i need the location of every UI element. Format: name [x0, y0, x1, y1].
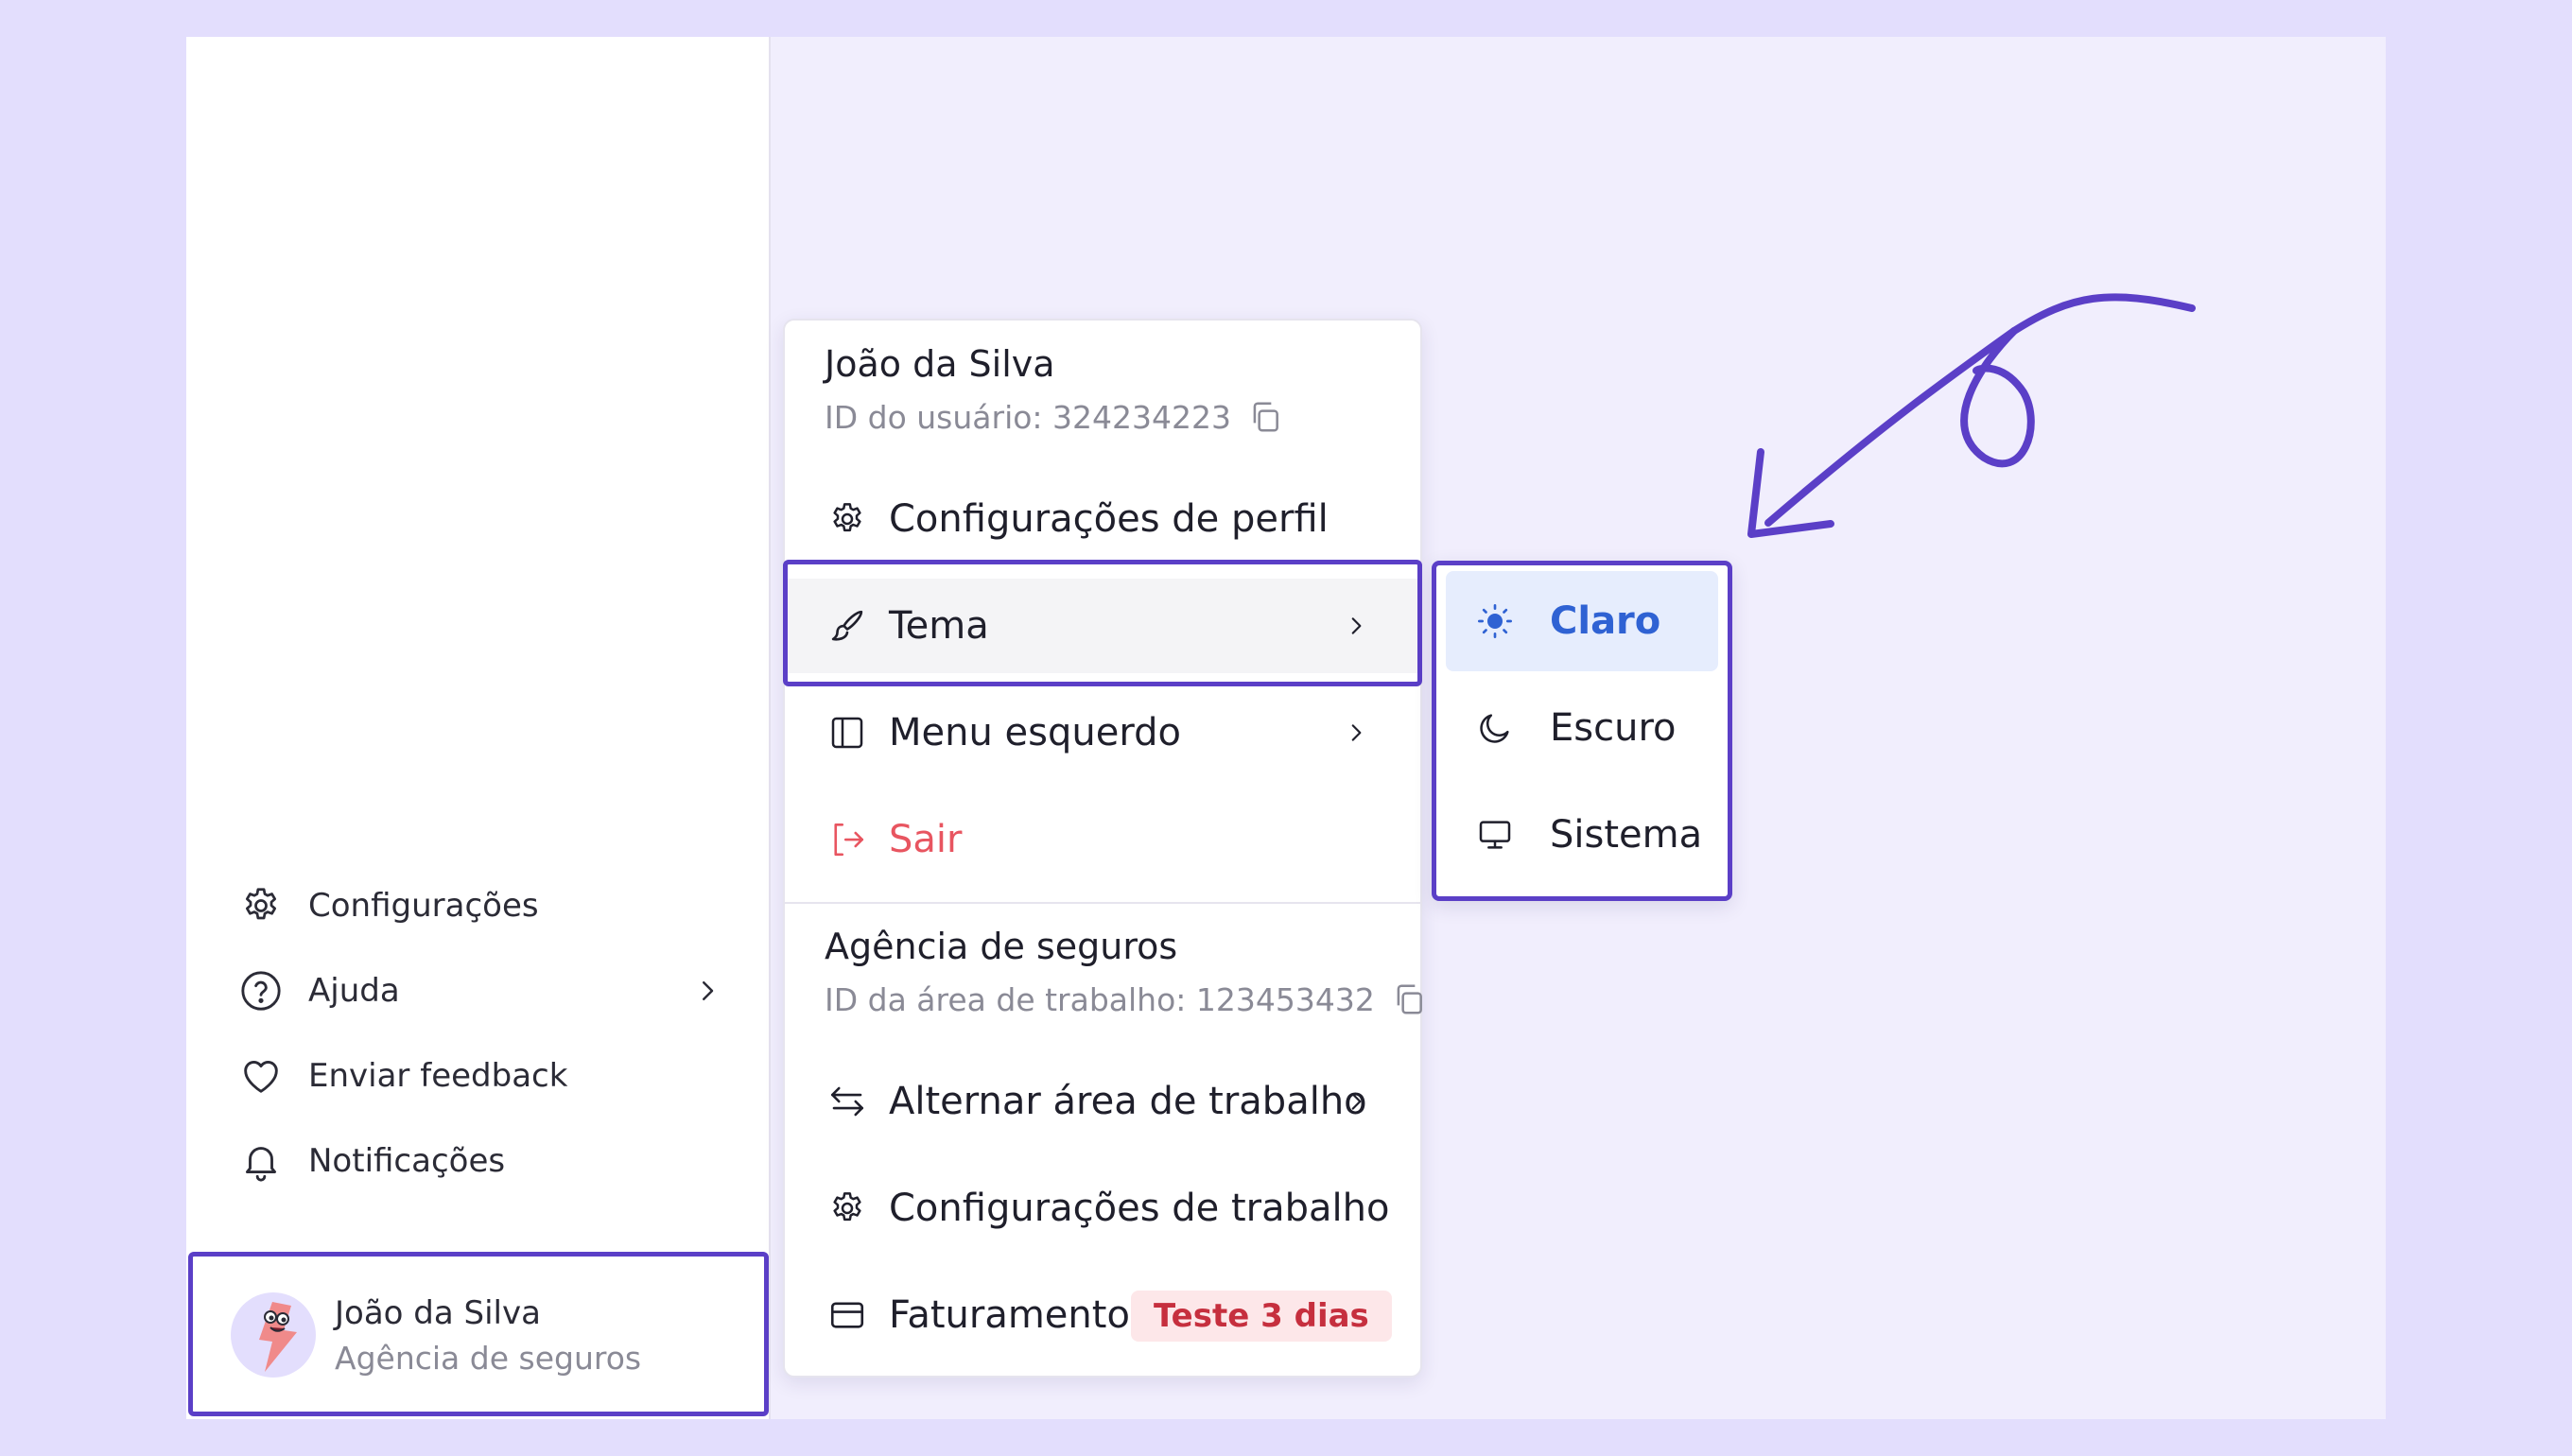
menu-workspace-id: ID da área de trabalho: 123453432 — [825, 979, 1430, 1020]
paintbrush-icon — [825, 603, 870, 649]
chevron-right-icon — [1335, 1081, 1377, 1122]
theme-option-label: Claro — [1550, 599, 1661, 643]
menu-item-label: Configurações de perfil — [889, 497, 1329, 541]
menu-user-id: ID do usuário: 324234223 — [825, 396, 1286, 438]
theme-option-label: Escuro — [1550, 706, 1677, 750]
menu-user-name: João da Silva — [825, 343, 1055, 385]
annotation-arrow-icon — [1747, 293, 2196, 538]
profile-menu: João da Silva ID do usuário: 324234223 C… — [783, 319, 1422, 1378]
gear-icon — [238, 883, 284, 928]
menu-item-label: Configurações de trabalho — [889, 1187, 1390, 1230]
sidebar-item-help[interactable]: Ajuda — [238, 962, 714, 1019]
sidebar-item-label: Enviar feedback — [308, 1057, 568, 1095]
menu-item-label: Menu esquerdo — [889, 711, 1181, 754]
bell-icon — [238, 1138, 284, 1184]
gear-icon — [825, 496, 870, 542]
chevron-right-icon — [1335, 712, 1377, 754]
menu-item-logout[interactable]: Sair — [785, 792, 1420, 887]
workspace-id-text: ID da área de trabalho: 123453432 — [825, 980, 1375, 1018]
user-profile-card[interactable]: João da Silva Agência de seguros — [188, 1252, 769, 1416]
sidebar — [186, 37, 771, 1419]
user-organization: Agência de seguros — [335, 1340, 642, 1377]
sidebar-item-label: Ajuda — [308, 972, 400, 1010]
theme-option-light[interactable]: Claro — [1446, 571, 1718, 671]
sun-icon — [1472, 598, 1518, 644]
credit-card-icon — [825, 1292, 870, 1338]
menu-item-label: Alternar área de trabalho — [889, 1080, 1367, 1123]
sidebar-item-feedback[interactable]: Enviar feedback — [238, 1048, 567, 1104]
sidebar-item-notifications[interactable]: Notificações — [238, 1133, 505, 1189]
heart-icon — [238, 1053, 284, 1099]
monitor-icon — [1472, 812, 1518, 858]
copy-icon[interactable] — [1244, 396, 1286, 438]
sidebar-panel-icon — [825, 710, 870, 755]
trial-badge: Teste 3 dias — [1131, 1291, 1392, 1342]
theme-option-label: Sistema — [1550, 813, 1703, 857]
help-circle-icon — [238, 968, 284, 1014]
moon-icon — [1472, 705, 1518, 751]
menu-item-left-menu[interactable]: Menu esquerdo — [785, 685, 1420, 780]
sidebar-item-label: Notificações — [308, 1142, 506, 1180]
avatar — [231, 1292, 316, 1378]
copy-icon[interactable] — [1388, 979, 1430, 1020]
gear-icon — [825, 1186, 870, 1231]
menu-item-profile-settings[interactable]: Configurações de perfil — [785, 472, 1420, 566]
logout-icon — [825, 817, 870, 862]
sidebar-item-settings[interactable]: Configurações — [238, 877, 539, 934]
chevron-right-icon — [685, 968, 730, 1014]
menu-item-billing[interactable]: Faturamento Teste 3 dias — [785, 1268, 1420, 1362]
theme-option-system[interactable]: Sistema — [1446, 785, 1718, 885]
chevron-right-icon — [1335, 605, 1377, 647]
menu-item-workspace-settings[interactable]: Configurações de trabalho — [785, 1161, 1420, 1256]
menu-item-label: Tema — [889, 604, 989, 648]
user-name: João da Silva — [335, 1294, 541, 1332]
menu-item-theme[interactable]: Tema — [785, 579, 1420, 673]
sidebar-item-label: Configurações — [308, 887, 539, 925]
switch-arrows-icon — [825, 1079, 870, 1124]
theme-submenu: Claro Escuro Sistema — [1432, 561, 1732, 901]
menu-item-switch-workspace[interactable]: Alternar área de trabalho — [785, 1054, 1420, 1149]
user-id-text: ID do usuário: 324234223 — [825, 398, 1231, 436]
menu-item-label: Sair — [889, 818, 963, 861]
menu-workspace-name: Agência de seguros — [825, 926, 1178, 967]
menu-item-label: Faturamento — [889, 1293, 1130, 1337]
theme-option-dark[interactable]: Escuro — [1446, 678, 1718, 778]
menu-divider — [785, 902, 1420, 904]
